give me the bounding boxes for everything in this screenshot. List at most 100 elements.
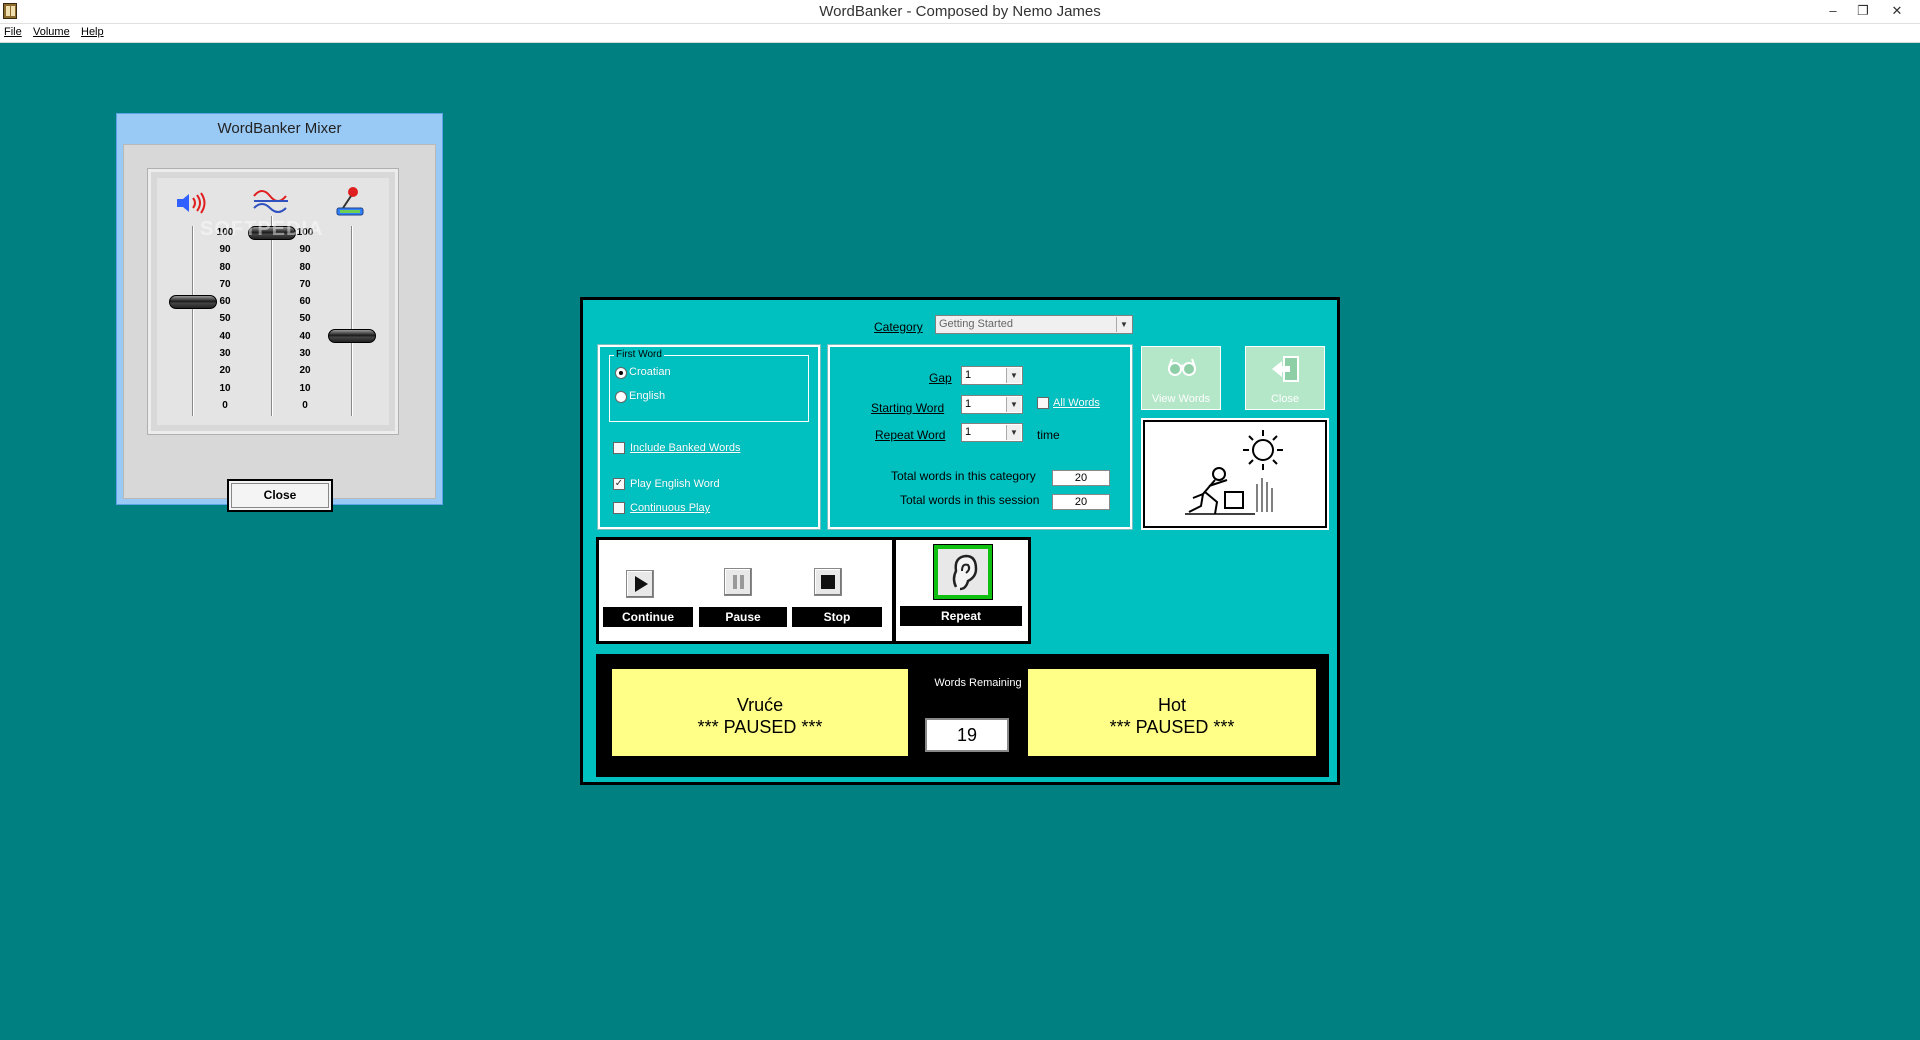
options-frame: First Word Croatian English Include Bank… [597,344,821,530]
croatian-status: *** PAUSED *** [697,717,823,737]
all-words-checkbox[interactable] [1037,397,1049,409]
continue-button[interactable]: Continue [603,607,693,627]
include-banked-checkbox[interactable] [613,442,625,454]
glasses-icon [1168,358,1196,376]
volume-slider-track[interactable] [192,226,194,416]
continuous-play-checkbox[interactable] [613,502,625,514]
repeat-button[interactable]: Repeat [900,606,1022,626]
microphone-slider-thumb[interactable] [328,329,376,344]
scale-tick: 50 [219,313,231,325]
play-english-label: Play English Word [630,478,720,490]
continue-play-button[interactable] [626,570,654,598]
scale-tick: 70 [219,278,231,290]
restore-button[interactable]: ❐ [1848,0,1878,22]
chevron-down-icon: ▼ [1006,397,1021,412]
gap-dropdown[interactable]: 1 ▼ [961,366,1023,385]
window-title: WordBanker - Composed by Nemo James [819,3,1101,20]
english-status: *** PAUSED *** [1109,717,1235,737]
total-session-value: 20 [1052,494,1110,510]
menu-help[interactable]: Help [81,26,104,38]
total-session-label: Total words in this session [900,493,1040,507]
first-word-group: First Word Croatian English [609,349,809,422]
stop-icon-button[interactable] [814,568,842,596]
english-label: English [629,390,666,402]
volume-slider-thumb[interactable] [169,294,217,309]
playback-controls: Continue Pause Stop [596,537,895,644]
croatian-word: Vruće [736,695,784,715]
repeat-ear-button[interactable] [934,545,992,599]
total-category-label: Total words in this category [891,469,1036,483]
menu-volume[interactable]: Volume [33,26,70,38]
pause-button[interactable]: Pause [699,607,787,627]
croatian-label: Croatian [629,366,671,378]
main-panel: Category Getting Started ▼ First Word Cr… [580,297,1340,785]
scale-right: 100 90 80 70 60 50 40 30 20 10 0 [293,224,317,414]
scale-tick: 80 [219,261,231,273]
watermark-text: SOFTPEDIA [200,218,324,240]
illustration-box [1141,418,1329,530]
scale-tick: 40 [219,330,231,342]
chevron-down-icon: ▼ [1006,368,1021,383]
repeat-controls: Repeat [893,537,1031,644]
scale-tick: 70 [299,278,311,290]
category-label: Category [874,320,923,334]
microphone-slider-track[interactable] [351,226,353,416]
close-panel-button[interactable]: Close [1245,346,1325,410]
scale-tick: 0 [222,399,228,411]
english-word: Hot [1157,695,1186,715]
scale-left: 100 90 80 70 60 50 40 30 20 10 0 [213,224,237,414]
pause-icon [733,575,744,589]
hot-sun-illustration-icon [1185,430,1283,515]
mixer-body: 100 90 80 70 60 50 40 30 20 10 0 100 90 80 70 60 50 40 30… [123,144,436,512]
chevron-down-icon: ▼ [1116,317,1131,332]
mixer-window: WordBanker Mixer 100 90 80 70 60 50 40 3… [116,113,443,512]
scale-tick: 50 [299,313,311,325]
pause-icon-button[interactable] [724,568,752,596]
wave-icon [253,190,288,213]
minimize-button[interactable]: – [1818,0,1848,22]
scale-tick: 60 [299,296,311,308]
repeat-word-label: Repeat Word [875,428,946,442]
first-word-title: First Word [614,349,664,360]
include-banked-label: Include Banked Words [630,442,741,454]
settings-frame: Gap 1 ▼ Starting Word 1 ▼ All Words Repe… [827,344,1133,530]
starting-word-label: Starting Word [871,401,945,415]
scale-tick: 90 [219,244,231,256]
all-words-label: All Words [1053,397,1100,409]
total-category-value: 20 [1052,470,1110,486]
time-label: time [1037,428,1060,442]
scale-tick: 30 [299,348,311,360]
slider-panel: 100 90 80 70 60 50 40 30 20 10 0 100 90 80 70 60 50 40 30… [147,168,399,435]
stop-button[interactable]: Stop [792,607,882,627]
mixer-close-button[interactable]: Close [227,479,333,512]
view-words-label: View Words [1151,393,1211,405]
english-radio[interactable] [615,391,627,403]
scale-tick: 0 [302,399,308,411]
title-bar: WordBanker - Composed by Nemo James – ❐ … [0,0,1920,24]
starting-word-dropdown[interactable]: 1 ▼ [961,395,1023,414]
repeat-word-dropdown[interactable]: 1 ▼ [961,423,1023,442]
wave-slider-track[interactable] [271,216,273,416]
play-icon [635,576,648,592]
exit-door-icon [1272,356,1299,382]
scale-tick: 80 [299,261,311,273]
gap-label: Gap [929,371,952,385]
menu-file[interactable]: File [4,26,22,38]
ear-icon [952,554,978,591]
scale-tick: 90 [299,244,311,256]
category-dropdown[interactable]: Getting Started ▼ [935,315,1133,334]
close-window-button[interactable]: ✕ [1882,0,1912,22]
view-words-button[interactable]: View Words [1141,346,1221,410]
croatian-radio[interactable] [615,367,627,379]
play-english-checkbox[interactable]: ✓ [613,478,625,490]
close-panel-label: Close [1270,393,1300,405]
continuous-play-label: Continuous Play [630,502,711,514]
stop-icon [821,575,835,589]
speaker-icon [177,192,206,214]
scale-tick: 40 [299,330,311,342]
croatian-word-box: Vruće *** PAUSED *** [612,669,908,756]
scale-tick: 20 [299,365,311,377]
english-word-box: Hot *** PAUSED *** [1028,669,1316,756]
words-remaining-label: Words Remaining [934,677,1022,689]
mixer-title: WordBanker Mixer [217,120,342,137]
